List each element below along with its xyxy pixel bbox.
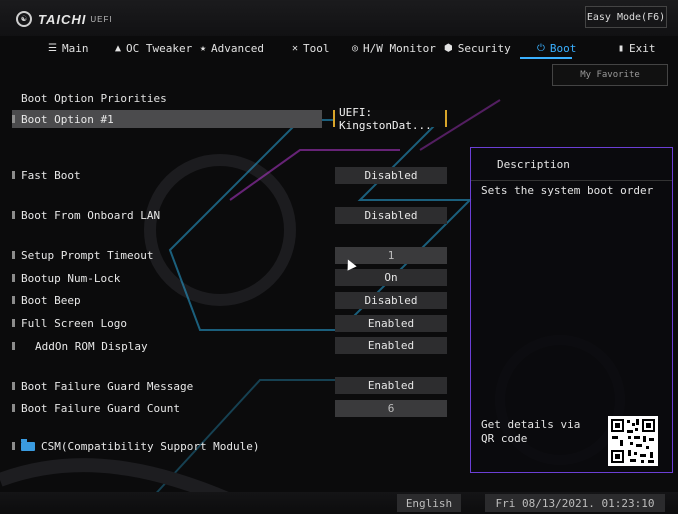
setting-label: AddOn ROM Display (35, 339, 148, 353)
tab-label: Security (457, 41, 511, 55)
qr-code-icon (608, 416, 658, 466)
monitor-icon: ◎ (352, 42, 359, 54)
main-tabs: ☰ Main ▲ OC Tweaker ★ Advanced ✕ Tool ◎ … (0, 36, 678, 58)
boot-from-lan-value[interactable]: Disabled (335, 207, 447, 224)
rocket-icon: ▲ (115, 42, 122, 54)
setting-label: Full Screen Logo (21, 316, 127, 330)
tab-main[interactable]: ☰ Main (48, 39, 88, 57)
power-icon: ⏻ (537, 42, 545, 54)
tab-tool[interactable]: ✕ Tool (292, 39, 330, 57)
row-bullet (12, 115, 15, 123)
row-bullet (12, 404, 15, 412)
my-favorite-button[interactable]: My Favorite (552, 64, 668, 86)
setting-full-screen-logo[interactable]: Full Screen Logo (12, 314, 127, 332)
row-bullet (12, 171, 15, 179)
description-title: Description (497, 158, 570, 171)
setting-boot-failure-guard-message[interactable]: Boot Failure Guard Message (12, 377, 193, 395)
folder-icon (21, 438, 35, 451)
tab-label: Advanced (211, 41, 265, 55)
setting-boot-failure-guard-count[interactable]: Boot Failure Guard Count (12, 399, 180, 417)
brand-sub: UEFI (90, 14, 113, 24)
qr-caption: Get details via QR code (481, 418, 581, 445)
setting-label: Boot Beep (21, 293, 81, 307)
star-icon: ★ (200, 42, 207, 54)
taichi-logo-icon: ☯ (16, 11, 32, 27)
bootup-num-lock-value[interactable]: On (335, 269, 447, 286)
row-bullet (12, 442, 15, 450)
setting-label: Boot Failure Guard Message (21, 379, 194, 393)
exit-icon: ▮ (618, 42, 625, 54)
setting-bootup-num-lock[interactable]: Bootup Num-Lock (12, 269, 120, 287)
setting-fast-boot[interactable]: Fast Boot (12, 166, 81, 184)
row-bullet (12, 382, 15, 390)
row-bullet (12, 319, 15, 327)
setting-label: Fast Boot (21, 168, 81, 182)
setting-label: Setup Prompt Timeout (21, 248, 154, 262)
description-text: Sets the system boot order (481, 184, 654, 197)
shield-icon: ⬢ (444, 42, 453, 54)
setting-setup-prompt-timeout[interactable]: Setup Prompt Timeout (12, 246, 153, 264)
tab-label: Tool (303, 41, 330, 55)
row-bullet (12, 342, 15, 350)
row-bullet (12, 296, 15, 304)
tab-advanced[interactable]: ★ Advanced (200, 39, 264, 57)
top-bar: ☯ TAICHI UEFI Easy Mode(F6) (0, 0, 678, 36)
datetime-display: Fri 08/13/2021. 01:23:10 (485, 494, 665, 512)
tab-exit[interactable]: ▮ Exit (618, 39, 656, 57)
setting-label: CSM(Compatibility Support Module) (41, 439, 260, 453)
setting-csm-submenu[interactable]: CSM(Compatibility Support Module) (12, 437, 260, 455)
fast-boot-value[interactable]: Disabled (335, 167, 447, 184)
tab-label: Main (61, 41, 89, 55)
boot-failure-guard-count-value[interactable]: 6 (335, 400, 447, 417)
description-panel: Description Sets the system boot order G… (470, 147, 673, 473)
setting-boot-from-onboard-lan[interactable]: Boot From Onboard LAN (12, 206, 160, 224)
easy-mode-button[interactable]: Easy Mode(F6) (585, 6, 667, 28)
row-bullet (12, 251, 15, 259)
setting-label: Bootup Num-Lock (21, 271, 121, 285)
setting-label: Boot Option #1 (21, 112, 114, 126)
description-divider (471, 180, 672, 181)
row-bullet (12, 274, 15, 282)
language-button[interactable]: English (397, 494, 461, 512)
active-tab-indicator (520, 57, 572, 59)
full-screen-logo-value[interactable]: Enabled (335, 315, 447, 332)
tab-oc-tweaker[interactable]: ▲ OC Tweaker (115, 39, 192, 57)
setting-label: Boot Failure Guard Count (21, 401, 180, 415)
setting-boot-option-1[interactable]: Boot Option #1 (12, 110, 114, 128)
section-title: Boot Option Priorities (21, 92, 167, 105)
row-bullet (12, 211, 15, 219)
list-icon: ☰ (48, 42, 57, 54)
tab-security[interactable]: ⬢ Security (444, 39, 511, 57)
tab-hw-monitor[interactable]: ◎ H/W Monitor (352, 39, 436, 57)
brand-logo: ☯ TAICHI UEFI (16, 8, 113, 30)
tab-label: Exit (629, 41, 656, 55)
tab-label: H/W Monitor (363, 41, 436, 55)
setting-boot-beep[interactable]: Boot Beep (12, 291, 81, 309)
boot-option-1-value[interactable]: UEFI: KingstonDat... (333, 106, 447, 132)
tab-label: OC Tweaker (126, 41, 193, 55)
tools-icon: ✕ (292, 42, 299, 54)
addon-rom-display-value[interactable]: Enabled (335, 337, 447, 354)
boot-beep-value[interactable]: Disabled (335, 292, 447, 309)
brand-name: TAICHI (38, 11, 87, 27)
setting-label: Boot From Onboard LAN (21, 208, 161, 222)
tab-label: Boot (549, 41, 577, 55)
tab-boot[interactable]: ⏻ Boot (537, 39, 576, 57)
boot-failure-guard-message-value[interactable]: Enabled (335, 377, 447, 394)
setting-addon-rom-display[interactable]: AddOn ROM Display (12, 337, 148, 355)
